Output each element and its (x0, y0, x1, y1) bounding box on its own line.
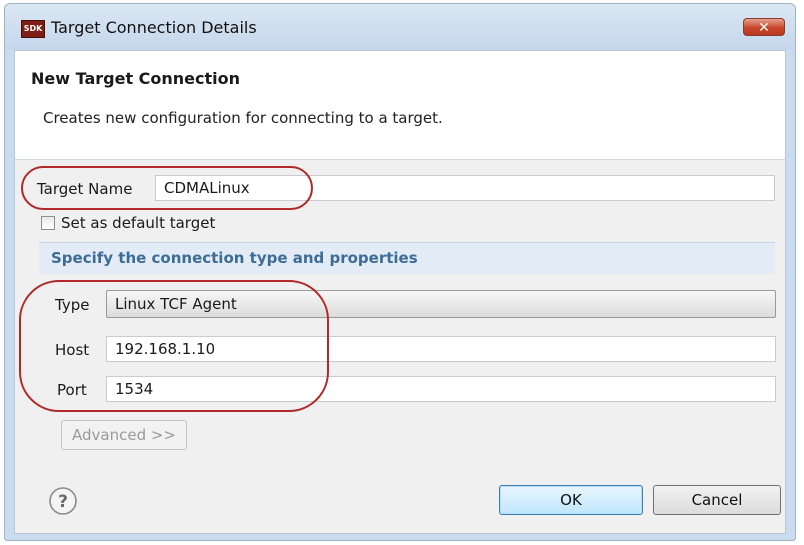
title-bar[interactable]: SDK Target Connection Details ✕ (5, 4, 795, 50)
dialog-body: Target Name CDMALinux Set as default tar… (14, 160, 786, 534)
connection-section-header: Specify the connection type and properti… (39, 242, 775, 274)
port-input[interactable]: 1534 (106, 376, 776, 402)
default-target-label[interactable]: Set as default target (61, 214, 215, 232)
advanced-button[interactable]: Advanced >> (61, 420, 187, 450)
window-title: Target Connection Details (51, 18, 257, 37)
host-input[interactable]: 192.168.1.10 (106, 336, 776, 362)
help-icon[interactable]: ? (48, 486, 78, 516)
dialog-window: SDK Target Connection Details ✕ New Targ… (4, 3, 796, 541)
target-name-label: Target Name (37, 180, 133, 198)
ok-button[interactable]: OK (499, 485, 643, 515)
close-icon: ✕ (758, 20, 770, 36)
port-label: Port (57, 381, 87, 399)
target-name-input[interactable]: CDMALinux (155, 175, 775, 201)
sdk-app-icon: SDK (21, 20, 45, 38)
type-select-value: Linux TCF Agent (115, 295, 237, 313)
dialog-header: New Target Connection Creates new config… (14, 50, 786, 160)
default-target-checkbox[interactable] (41, 216, 55, 230)
close-button[interactable]: ✕ (743, 18, 785, 36)
type-select[interactable]: Linux TCF Agent (106, 290, 776, 318)
page-title: New Target Connection (31, 69, 241, 88)
type-label: Type (55, 296, 90, 314)
section-title: Specify the connection type and properti… (51, 249, 418, 267)
page-description: Creates new configuration for connecting… (43, 109, 443, 127)
host-label: Host (55, 341, 90, 359)
cancel-button[interactable]: Cancel (653, 485, 781, 515)
help-glyph: ? (58, 492, 68, 512)
